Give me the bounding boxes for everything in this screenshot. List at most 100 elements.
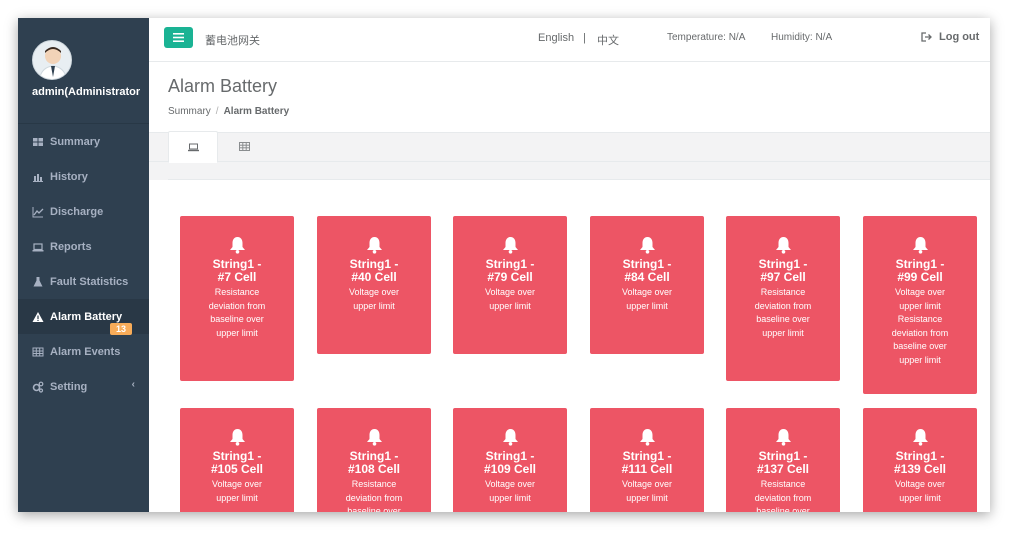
breadcrumb: Summary / Alarm Battery xyxy=(168,106,289,117)
card-cell-label: #99 Cell xyxy=(897,270,943,284)
avatar[interactable] xyxy=(32,40,72,80)
sidebar: admin(Administrator Summary History Disc… xyxy=(18,18,149,512)
card-cell-label: #111 Cell xyxy=(621,462,673,476)
card-alarm-line: deviation from xyxy=(754,492,812,503)
card-alarm-description: Resistancedeviation frombaseline overupp… xyxy=(317,478,431,512)
card-alarm-line: upper limit xyxy=(899,354,941,365)
table-icon xyxy=(32,347,44,356)
card-alarm-line: Resistance xyxy=(760,287,806,297)
card-alarm-line: Voltage over xyxy=(894,479,946,489)
card-cell-label: #137 Cell xyxy=(756,462,810,476)
line-chart-icon xyxy=(32,206,44,217)
card-alarm-line: deviation from xyxy=(754,300,812,311)
alarm-card[interactable]: String1 - #111 Cell Voltage over upper limi… xyxy=(590,408,704,512)
card-alarm-description: Voltage over upper limit xyxy=(590,286,704,313)
grid-icon xyxy=(33,137,43,146)
alarm-card[interactable]: String1 - #7 Cell Resistance deviation from… xyxy=(180,216,294,381)
alarm-cards-panel: String1 - #7 Cell Resistance deviation from… xyxy=(149,180,990,512)
sign-out-icon xyxy=(921,32,932,42)
sidebar-item-reports[interactable]: Reports xyxy=(18,229,149,264)
alarm-card[interactable]: String1 - #79 Cell Voltage over upper limit xyxy=(453,216,567,354)
alarm-card[interactable]: String1 - #137 Cell Resistance deviation fr… xyxy=(726,408,840,512)
alarm-card[interactable]: String1 - #109 Cell Voltage over upper limi… xyxy=(453,408,567,512)
card-alarm-line: upper limit xyxy=(626,492,668,503)
username[interactable]: admin(Administrator xyxy=(32,86,148,98)
sidebar-item-fault-statistics[interactable]: Fault Statistics xyxy=(18,264,149,299)
card-cell-label: #79 Cell xyxy=(487,270,533,284)
alarm-card[interactable]: String1 - #139 Cell Voltage over upper limi… xyxy=(863,408,977,512)
card-alarm-line: Resistance xyxy=(351,479,397,489)
card-alarm-line: Voltage over xyxy=(211,479,263,489)
card-alarm-line: Voltage over xyxy=(484,287,536,297)
tab-strip xyxy=(149,131,990,163)
bell-icon xyxy=(502,429,518,446)
card-alarm-line: upper limit xyxy=(626,300,668,311)
card-alarm-line: deviation from xyxy=(345,492,403,503)
card-cell-label: #108 Cell xyxy=(347,462,401,476)
logout-button[interactable]: Log out xyxy=(921,31,979,43)
card-alarm-description: Resistancedeviation frombaseline overupp… xyxy=(726,478,840,512)
card-alarm-line: upper limit xyxy=(489,492,531,503)
card-alarm-line: upper limit xyxy=(216,492,258,503)
sidebar-item-alarm-battery[interactable]: Alarm Battery 13 xyxy=(18,299,149,335)
card-alarm-line: baseline over xyxy=(347,506,401,512)
laptop-icon xyxy=(32,242,44,251)
logout-label: Log out xyxy=(939,31,980,43)
sidebar-item-alarm-events[interactable]: Alarm Events xyxy=(18,334,149,369)
sidebar-item-summary[interactable]: Summary xyxy=(18,124,149,159)
bell-icon xyxy=(229,429,245,446)
card-alarm-description: Voltage over upper limit xyxy=(180,478,294,505)
card-alarm-line: Voltage over xyxy=(621,287,673,297)
sidebar-item-history[interactable]: History xyxy=(18,159,149,194)
language-chinese-link[interactable]: 中文 xyxy=(597,32,619,48)
card-alarm-description: Voltage over upper limit xyxy=(453,286,567,313)
sidebar-item-label: Fault Statistics xyxy=(50,275,129,288)
alarm-card[interactable]: String1 - #84 Cell Voltage over upper limit xyxy=(590,216,704,354)
card-cell-label: #105 Cell xyxy=(210,462,264,476)
humidity-readout: Humidity: N/A xyxy=(771,32,833,43)
card-alarm-description: Voltage over upper limit xyxy=(863,478,977,505)
sidebar-item-setting[interactable]: Setting ‹ xyxy=(18,369,149,404)
card-cell-label: #139 Cell xyxy=(893,462,947,476)
profile-area: admin(Administrator xyxy=(18,18,149,124)
tab-table-view[interactable] xyxy=(219,131,269,162)
alarm-card[interactable]: String1 - #97 Cell Resistance deviation fro… xyxy=(726,216,840,381)
bell-icon xyxy=(639,429,655,446)
alarm-card[interactable]: String1 - #108 Cell Resistance deviation fr… xyxy=(317,408,431,512)
card-cell-label: #97 Cell xyxy=(760,270,806,284)
menu-toggle-button[interactable] xyxy=(164,27,193,48)
card-alarm-line: baseline over xyxy=(756,506,810,512)
hamburger-icon xyxy=(173,33,184,42)
page-title: Alarm Battery xyxy=(168,76,278,96)
language-english-link[interactable]: English xyxy=(538,32,574,44)
card-alarm-line: upper limit xyxy=(899,492,941,503)
alarm-card[interactable]: String1 - #99 Cell Voltage over upper limit… xyxy=(863,216,977,394)
sidebar-item-discharge[interactable]: Discharge xyxy=(18,194,149,229)
bell-icon xyxy=(366,429,382,446)
bar-chart-icon xyxy=(33,173,43,182)
tab-card-view[interactable] xyxy=(168,131,218,163)
card-alarm-line: upper limit xyxy=(489,300,531,311)
sidebar-item-label: History xyxy=(50,170,88,183)
card-alarm-line: Voltage over xyxy=(894,287,946,297)
card-alarm-line: Resistance xyxy=(897,314,943,324)
card-alarm-line: upper limit xyxy=(353,300,395,311)
card-alarm-line: deviation from xyxy=(208,300,266,311)
sidebar-item-label: Summary xyxy=(50,135,101,148)
sidebar-item-label: Reports xyxy=(50,240,92,253)
alarm-card[interactable]: String1 - #105 Cell Voltage over upper limi… xyxy=(180,408,294,512)
bell-icon xyxy=(229,237,245,254)
card-alarm-line: Resistance xyxy=(214,287,260,297)
card-alarm-line: Voltage over xyxy=(484,479,536,489)
app-name: 蓄电池网关 xyxy=(205,35,260,47)
breadcrumb-home-link[interactable]: Summary xyxy=(168,106,211,117)
bell-icon xyxy=(366,237,382,254)
app-window: admin(Administrator Summary History Disc… xyxy=(18,18,990,512)
alarm-card[interactable]: String1 - #40 Cell Voltage over upper limit xyxy=(317,216,431,354)
card-cell-label: #40 Cell xyxy=(351,270,397,284)
bell-icon xyxy=(502,237,518,254)
card-alarm-line: Voltage over xyxy=(348,287,400,297)
card-alarm-description: Resistancedeviation frombaseline overupp… xyxy=(726,286,840,340)
sidebar-item-label: Discharge xyxy=(50,205,104,218)
card-alarm-line: baseline over xyxy=(893,341,947,351)
